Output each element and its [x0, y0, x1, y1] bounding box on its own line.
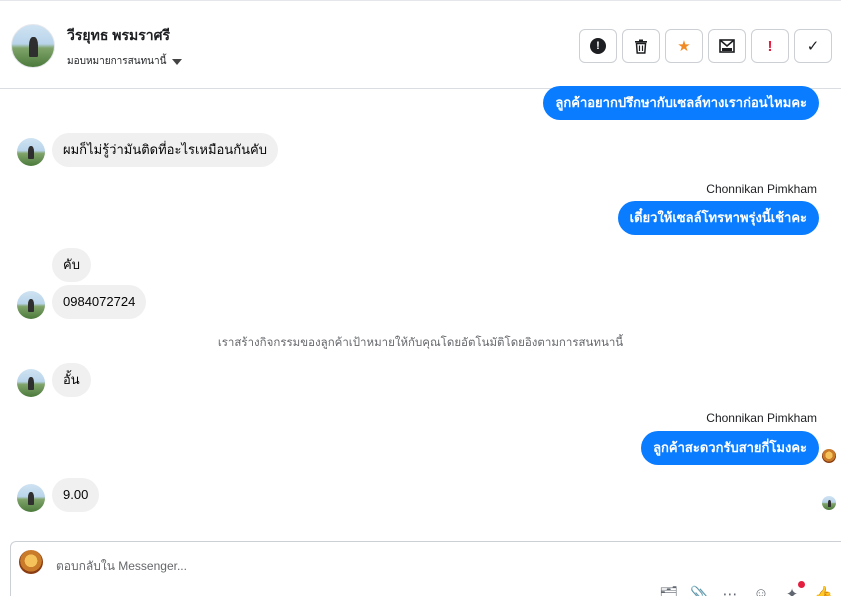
sender-name: Chonnikan Pimkham — [706, 182, 817, 196]
check-icon: ✓ — [806, 38, 820, 55]
system-notice: เราสร้างกิจกรรมของลูกค้าเป้าหมายให้กับคุ… — [217, 337, 624, 349]
caret-down-icon — [172, 58, 183, 65]
incoming-message[interactable]: อั้น — [52, 363, 91, 397]
mark-done-button[interactable]: ✓ — [794, 29, 832, 63]
mark-unread-button[interactable] — [708, 29, 746, 63]
delete-button[interactable] — [622, 29, 660, 63]
reply-input[interactable]: ตอบกลับใน Messenger... — [56, 557, 187, 576]
outgoing-message[interactable]: เดี๋ยวให้เซลล์โทรหาพรุ่งนี้เช้าคะ — [617, 201, 819, 235]
star-icon: ★ — [677, 38, 691, 55]
contact-avatar-small[interactable] — [17, 369, 45, 397]
reply-composer[interactable]: ตอบกลับใน Messenger... 🗂 📎 ⋯ ☺ ✦ 👍 — [10, 541, 841, 596]
star-button[interactable]: ★ — [665, 29, 703, 63]
outgoing-message[interactable]: ลูกค้าอยากปรึกษากับเซลล์ทางเราก่อนไหมคะ — [543, 86, 819, 120]
flag-button[interactable]: ! — [751, 29, 789, 63]
composer-tools: 🗂 📎 ⋯ ☺ ✦ 👍 — [659, 581, 833, 596]
page-avatar — [19, 550, 43, 574]
mark-unread-icon — [719, 39, 735, 53]
conversation-header: วีรยุทธ พรมราศรี มอบหมายการสนทนานี้ ! ★ — [0, 0, 841, 89]
spam-button[interactable]: ! — [579, 29, 617, 63]
notification-dot — [798, 581, 805, 588]
read-receipt-avatar — [822, 496, 836, 510]
contact-avatar-small[interactable] — [17, 138, 45, 166]
alert-circle-icon: ! — [590, 38, 606, 54]
like-icon[interactable]: 👍 — [814, 585, 833, 596]
assign-conversation-dropdown[interactable]: มอบหมายการสนทนานี้ — [67, 54, 183, 69]
incoming-message[interactable]: 9.00 — [52, 478, 100, 512]
contact-avatar-small[interactable] — [17, 291, 45, 319]
outgoing-message[interactable]: ลูกค้าสะดวกรับสายกี่โมงคะ — [641, 431, 819, 465]
exclamation-icon: ! — [767, 37, 773, 55]
briefcase-icon[interactable]: 🗂 — [659, 585, 678, 596]
incoming-message[interactable]: ผมก็ไม่รู้ว่ามันติดที่อะไรเหมือนกันคับ — [52, 133, 278, 167]
trash-icon — [635, 39, 647, 54]
saved-reply-icon[interactable]: ⋯ — [721, 585, 739, 596]
conversation-actions: ! ★ ! ✓ — [579, 29, 832, 63]
incoming-message[interactable]: คับ — [52, 248, 91, 282]
emoji-icon[interactable]: ☺ — [752, 585, 770, 596]
paperclip-icon[interactable]: 📎 — [690, 585, 709, 596]
seen-avatar — [822, 449, 836, 463]
sender-name: Chonnikan Pimkham — [706, 411, 817, 425]
incoming-message[interactable]: 0984072724 — [52, 285, 147, 319]
contact-avatar[interactable] — [11, 24, 55, 68]
contact-avatar-small[interactable] — [17, 484, 45, 512]
contact-name[interactable]: วีรยุทธ พรมราศรี — [67, 25, 170, 47]
assign-label: มอบหมายการสนทนานี้ — [67, 56, 167, 67]
gift-icon[interactable]: ✦ — [783, 581, 805, 596]
